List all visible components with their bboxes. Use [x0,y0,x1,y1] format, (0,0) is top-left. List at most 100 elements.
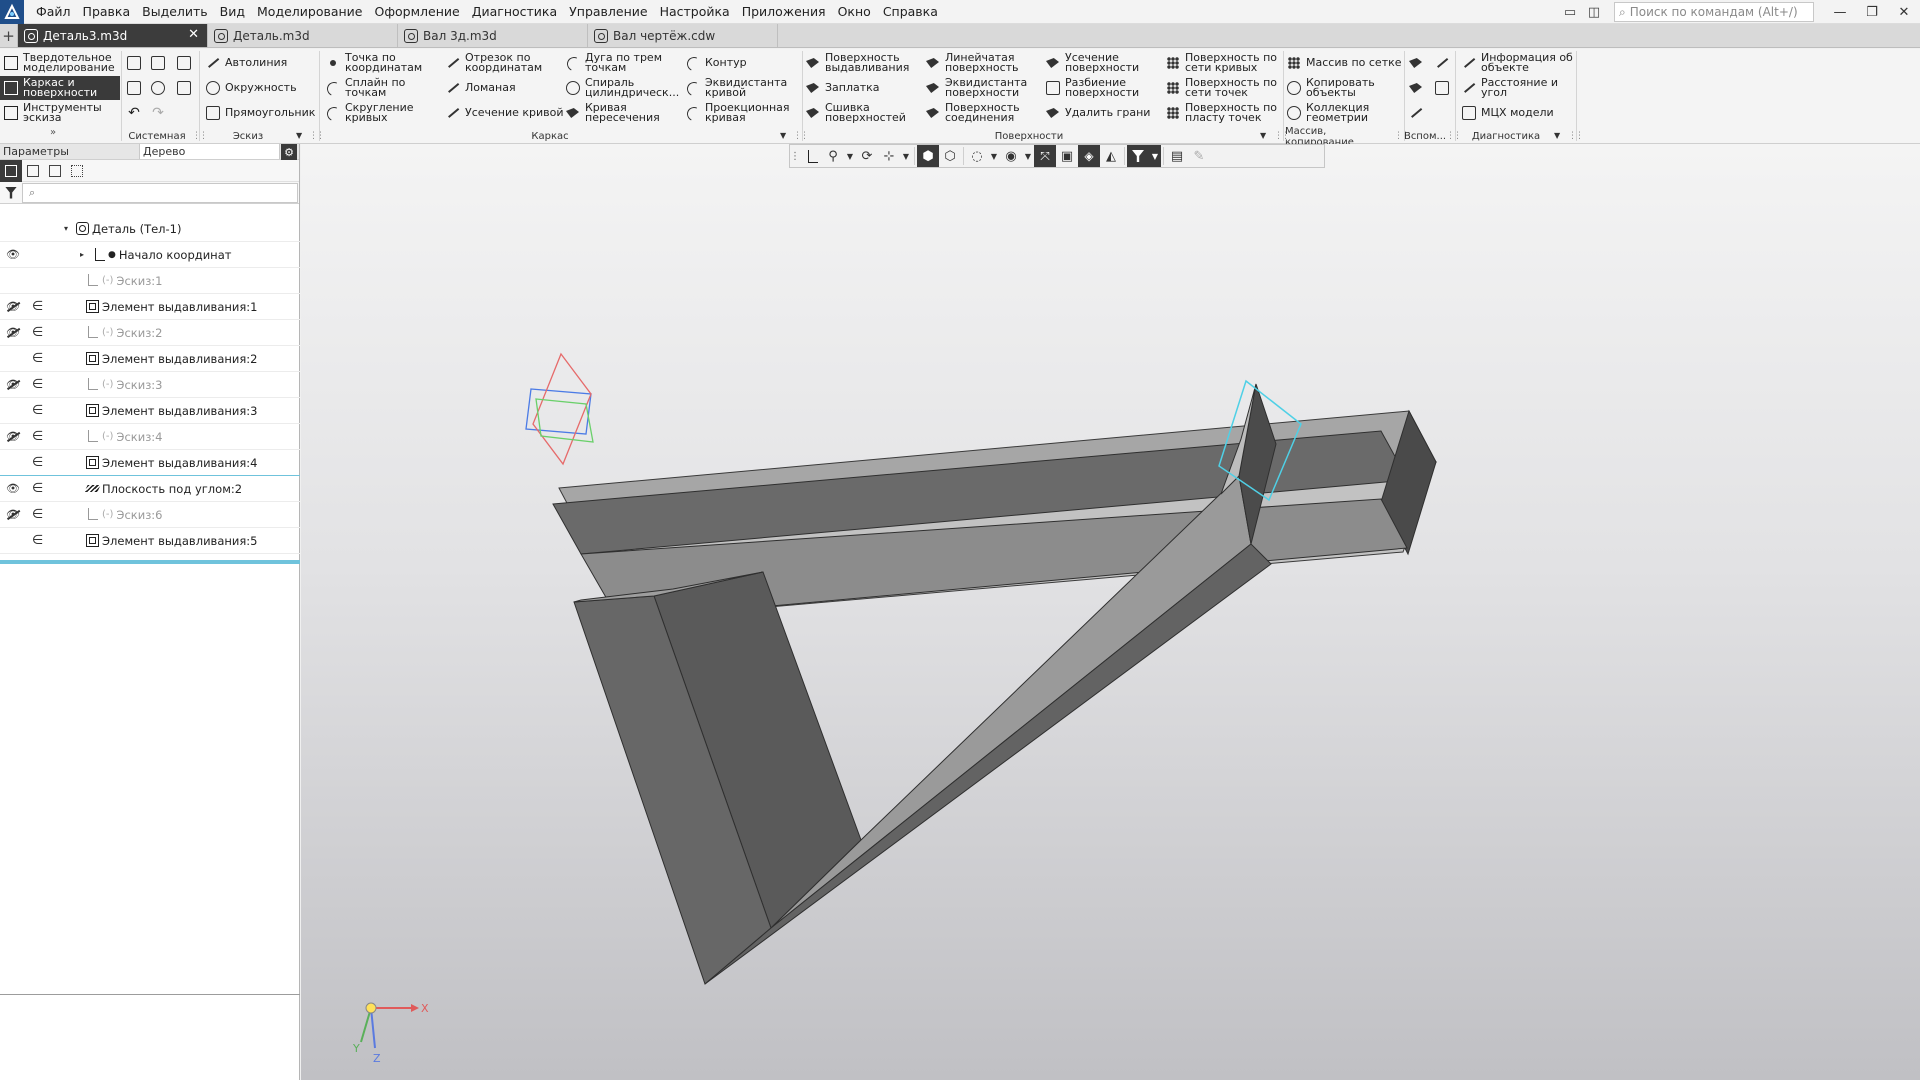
selection-filter-button[interactable] [1127,145,1149,167]
polyline-button[interactable]: Ломаная [446,76,564,100]
tree-node[interactable]: Элемент выдавливания:2 [86,352,257,366]
spline-by-points-button[interactable]: Сплайн по точкам [326,76,444,100]
autoline-button[interactable]: Автолиния [206,51,287,75]
tree-node[interactable]: Элемент выдавливания:4 [86,456,257,470]
app-logo-icon[interactable] [0,0,24,24]
aux-cs-button[interactable] [1432,78,1452,98]
chevron-down-icon[interactable]: ▼ [780,131,786,140]
chevron-down-icon[interactable]: ▾ [64,224,68,233]
section-button[interactable]: ▣ [1056,145,1078,167]
visibility-button[interactable]: ◉ [1000,145,1022,167]
chevron-down-icon[interactable]: ▼ [1260,131,1266,140]
tab-detal3[interactable]: Деталь3.m3d ✕ [18,24,208,47]
circle-button[interactable]: Окружность [206,76,297,100]
perspective-button[interactable]: ⤧ [1034,145,1056,167]
patch-button[interactable]: Заплатка [806,76,924,100]
surface-point-mesh-button[interactable]: Поверхность по сети точек [1166,76,1278,100]
tree-row[interactable]: (-) Эскиз:1 [0,268,300,294]
tree-row[interactable]: ∈ Элемент выдавливания:4 [0,450,300,476]
tree-row[interactable]: 👁 ∈ (-) Эскиз:3 [0,372,300,398]
trim-curve-button[interactable]: Усечение кривой [446,101,564,125]
tab-val-drawing[interactable]: Вал чертёж.cdw [588,24,778,47]
spiral-cylindrical-button[interactable]: Спираль цилиндрическ... [566,76,684,100]
origin-planes[interactable] [525,352,594,466]
chevron-down-icon[interactable]: ▼ [900,145,912,167]
mode-sketch-tools[interactable]: Инструменты эскиза [0,101,120,125]
ruled-surface-button[interactable]: Линейчатая поверхность [926,51,1044,75]
trim-surface-button[interactable]: Усечение поверхности [1046,51,1164,75]
tree-row[interactable]: 👁 ▸ ● Начало координат [0,242,300,268]
tree-row[interactable]: 👁 ∈ (-) Эскиз:2 [0,320,300,346]
hide-button[interactable]: ◌ [966,145,988,167]
measure-button[interactable]: ▤ [1166,145,1188,167]
menu-item-7[interactable]: Управление [563,0,653,24]
tree-node[interactable]: (-) Эскиз:6 [86,508,163,522]
eye-off-icon[interactable]: 👁 [4,508,22,522]
arc-three-points-button[interactable]: Дуга по трем точкам [566,51,684,75]
plus-icon[interactable]: + [0,24,18,47]
rotate-view-button[interactable]: ⟳ [856,145,878,167]
panel-splitter[interactable] [0,994,300,995]
expand-modes-icon[interactable]: » [50,127,56,138]
tree-row[interactable]: 👁 ∈ (-) Эскиз:6 [0,502,300,528]
extrusion-surface-button[interactable]: Поверхность выдавливания [806,51,924,75]
view-origin-button[interactable] [800,145,822,167]
object-info-button[interactable]: Информация об объекте [1462,51,1574,75]
close-icon[interactable]: ✕ [188,27,199,42]
offset-curve-button[interactable]: Эквидистанта кривой [686,76,798,100]
redo-button[interactable]: ↷ [148,103,168,123]
distance-angle-button[interactable]: Расстояние и угол [1462,76,1574,100]
tree-node[interactable]: Плоскость под углом:2 [86,482,242,496]
tree-node[interactable]: Элемент выдавливания:1 [86,300,257,314]
surface-curve-mesh-button[interactable]: Поверхность по сети кривых [1166,51,1278,75]
minimize-button[interactable]: — [1824,0,1856,24]
tree-node[interactable]: Элемент выдавливания:3 [86,404,257,418]
mode-frame-surfaces[interactable]: Каркас и поверхности [0,76,120,100]
save-all-button[interactable] [174,78,194,98]
display-mode-button[interactable]: ◈ [1078,145,1100,167]
gear-icon[interactable]: ⚙ [281,144,297,160]
model-view[interactable]: X Y Z [301,144,1920,1080]
eye-icon[interactable]: 👁 [4,248,22,262]
tree-node[interactable]: (-) Эскиз:4 [86,430,163,444]
mass-properties-button[interactable]: МЦХ модели [1462,101,1574,125]
tree-row[interactable]: ∈ Элемент выдавливания:2 [0,346,300,372]
tree-row[interactable]: 👁 ∈ Элемент выдавливания:1 [0,294,300,320]
tab-detal[interactable]: Деталь.m3d [208,24,398,47]
tree-row[interactable]: ▾ Деталь (Тел-1) [0,216,300,242]
eye-off-icon[interactable]: 👁 [4,326,22,340]
print-button[interactable] [124,78,144,98]
eye-off-icon[interactable]: 👁 [4,430,22,444]
stitch-surfaces-button[interactable]: Сшивка поверхностей [806,101,924,125]
copy-objects-button[interactable]: Копировать объекты [1287,76,1405,100]
projection-curve-button[interactable]: Проекционная кривая [686,101,798,125]
tree-search-input[interactable]: ⌕ [22,182,298,203]
close-button[interactable]: ✕ [1888,0,1920,24]
group-grip[interactable]: ⋮⋮ [1568,131,1584,141]
tree-selection-button[interactable] [66,160,88,182]
grid-array-button[interactable]: Массив по сетке [1287,51,1405,75]
chevron-down-icon[interactable]: ▼ [1554,131,1560,140]
tree-node[interactable]: (-) Эскиз:2 [86,326,163,340]
tab-val-3d[interactable]: Вал 3д.m3d [398,24,588,47]
menu-item-1[interactable]: Правка [77,0,137,24]
chevron-down-icon[interactable]: ▼ [844,145,856,167]
edit-button[interactable]: ✎ [1188,145,1210,167]
mode-solid-modeling[interactable]: Твердотельное моделирование [0,51,120,75]
menu-item-0[interactable]: Файл [30,0,77,24]
wireframe-view-button[interactable]: ⬡ [939,145,961,167]
menu-item-11[interactable]: Справка [877,0,944,24]
intersection-curve-button[interactable]: Кривая пересечения [566,101,684,125]
tree-row[interactable]: 👁 ∈ (-) Эскиз:4 [0,424,300,450]
menu-item-10[interactable]: Окно [832,0,877,24]
eye-off-icon[interactable]: 👁 [4,378,22,392]
menu-item-9[interactable]: Приложения [736,0,832,24]
new-file-button[interactable] [124,53,144,73]
orientation-button[interactable]: ⊹ [878,145,900,167]
save-button[interactable] [174,53,194,73]
point-by-coords-button[interactable]: Точка по координатам [326,51,444,75]
aux-point-button[interactable] [1406,103,1426,123]
eye-off-icon[interactable]: 👁 [4,300,22,314]
connection-surface-button[interactable]: Поверхность соединения [926,101,1044,125]
aux-plane-button[interactable] [1406,53,1426,73]
